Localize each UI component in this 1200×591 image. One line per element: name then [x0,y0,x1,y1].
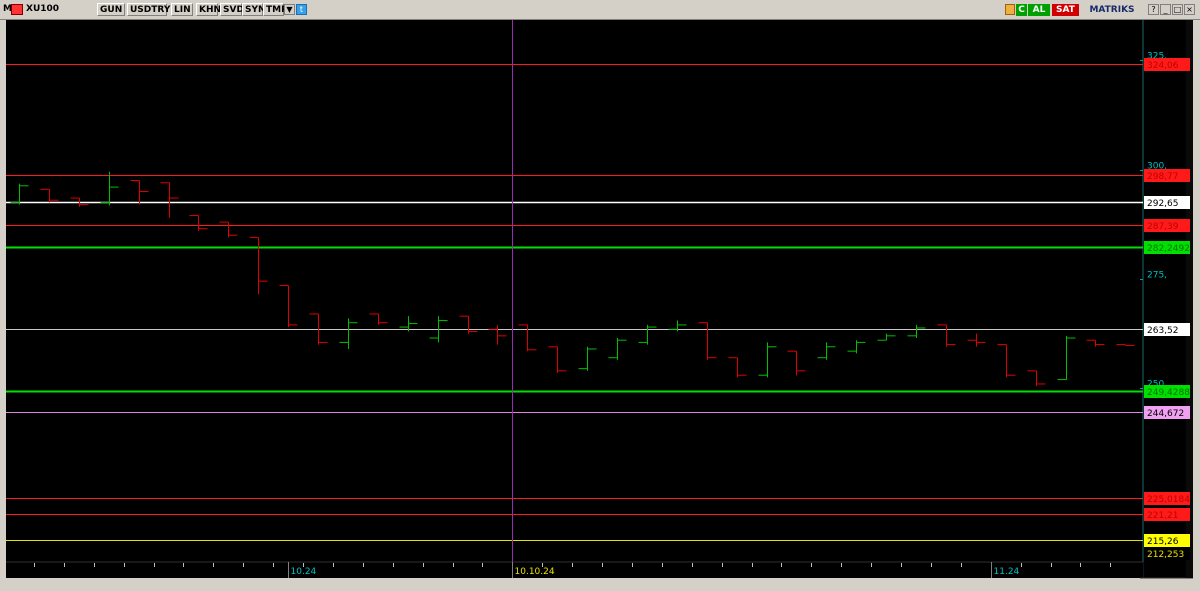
level-label-1: 298,77 [1147,172,1179,182]
level-label-6: 249,4288 [1147,388,1190,398]
x-label-1: 10.10.24 [515,567,555,577]
chart-background [6,20,1193,578]
level-label-7: 244,672 [1147,409,1184,419]
level-label-8: 225,0184 [1147,495,1190,505]
level-label-11: 212,253 [1147,550,1184,560]
time-axis [6,562,1143,578]
x-label-2: 11.24 [994,567,1020,577]
level-label-0: 324,06 [1147,61,1179,71]
level-label-5: 263,52 [1147,326,1179,336]
level-label-4: 282,2492 [1147,244,1190,254]
level-label-2: 292,65 [1147,199,1179,209]
ohlc-chart[interactable]: 325,300,275,250, 10.24 10.10.24 11.24 324,… [0,0,1200,591]
x-label-0: 10.24 [291,567,317,577]
level-label-9: 221,21 [1147,511,1179,521]
level-label-10: 215,26 [1147,537,1179,547]
chart-window: M XU100 GUN USDTRY LIN KHN SVD SYM TMP ▼… [0,0,1200,591]
level-label-3: 287,39 [1147,222,1179,232]
y-tick-label-2: 275, [1147,271,1167,281]
